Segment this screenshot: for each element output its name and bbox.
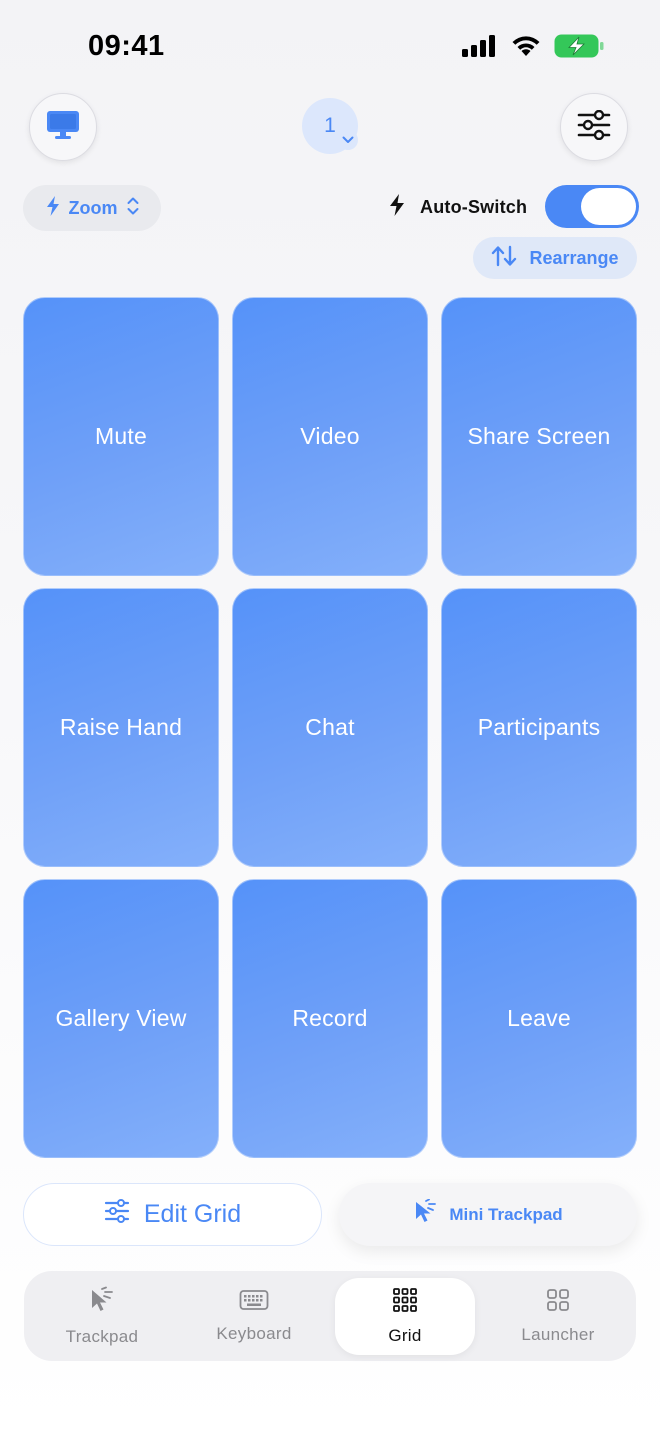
grid-tile-video[interactable]: Video	[232, 297, 428, 576]
launcher-icon	[546, 1288, 570, 1317]
grid-tile-participants[interactable]: Participants	[441, 588, 637, 867]
grid-tile-chat[interactable]: Chat	[232, 588, 428, 867]
sliders-icon	[104, 1199, 130, 1230]
auto-switch-toggle[interactable]	[545, 185, 639, 228]
cursor-icon	[88, 1286, 116, 1319]
grid-tile-mute[interactable]: Mute	[23, 297, 219, 576]
tab-grid[interactable]: Grid	[335, 1278, 475, 1355]
edit-grid-button[interactable]: Edit Grid	[23, 1183, 322, 1246]
app-selector[interactable]: Zoom	[23, 185, 161, 231]
grid-tile-raise-hand[interactable]: Raise Hand	[23, 588, 219, 867]
toggle-knob	[581, 188, 636, 225]
monitor-icon	[45, 109, 81, 146]
rearrange-button[interactable]: Rearrange	[473, 237, 637, 279]
auto-switch-row: Auto-Switch	[388, 193, 527, 222]
sliders-icon	[577, 109, 611, 145]
grid-tile-share-screen[interactable]: Share Screen	[441, 297, 637, 576]
settings-button[interactable]	[560, 93, 628, 161]
arrows-up-down-icon	[491, 245, 517, 272]
screen-select-button[interactable]	[29, 93, 97, 161]
tab-label: Trackpad	[65, 1326, 139, 1346]
rearrange-label: Rearrange	[529, 247, 619, 268]
grid-icon	[392, 1287, 418, 1318]
auto-switch-label: Auto-Switch	[420, 197, 528, 217]
grid-tile-gallery-view[interactable]: Gallery View	[23, 879, 219, 1158]
cursor-click-icon	[413, 1198, 439, 1230]
bolt-icon	[388, 193, 406, 222]
tab-bar: Trackpad Keyboard Grid Launcher	[24, 1271, 636, 1361]
status-time: 09:41	[88, 30, 165, 62]
chevron-down-icon	[338, 130, 358, 150]
cellular-signal-icon	[462, 35, 498, 62]
status-bar: 09:41	[0, 0, 660, 96]
bolt-icon	[45, 195, 61, 222]
wifi-icon	[510, 34, 542, 63]
edit-grid-label: Edit Grid	[143, 1200, 242, 1228]
chevron-up-down-icon	[126, 196, 140, 221]
screen-number-badge[interactable]: 1	[302, 98, 358, 154]
mini-trackpad-button[interactable]: Mini Trackpad	[339, 1183, 637, 1246]
screen-number: 1	[324, 114, 336, 137]
tab-launcher[interactable]: Launcher	[488, 1271, 628, 1361]
tab-keyboard[interactable]: Keyboard	[184, 1271, 324, 1361]
tab-trackpad[interactable]: Trackpad	[32, 1271, 172, 1361]
grid-tile-leave[interactable]: Leave	[441, 879, 637, 1158]
battery-charging-icon	[554, 34, 604, 63]
tab-label: Launcher	[521, 1324, 595, 1344]
app-selector-label: Zoom	[68, 197, 118, 218]
remote-control-screen: 09:41 1 Zoom Auto-Switch Rearrange Mute …	[0, 0, 660, 1434]
status-icons	[462, 34, 604, 63]
tab-label: Grid	[388, 1326, 422, 1345]
grid-tile-record[interactable]: Record	[232, 879, 428, 1158]
tab-label: Keyboard	[216, 1323, 292, 1343]
mini-trackpad-label: Mini Trackpad	[449, 1204, 563, 1224]
keyboard-icon	[239, 1289, 269, 1316]
